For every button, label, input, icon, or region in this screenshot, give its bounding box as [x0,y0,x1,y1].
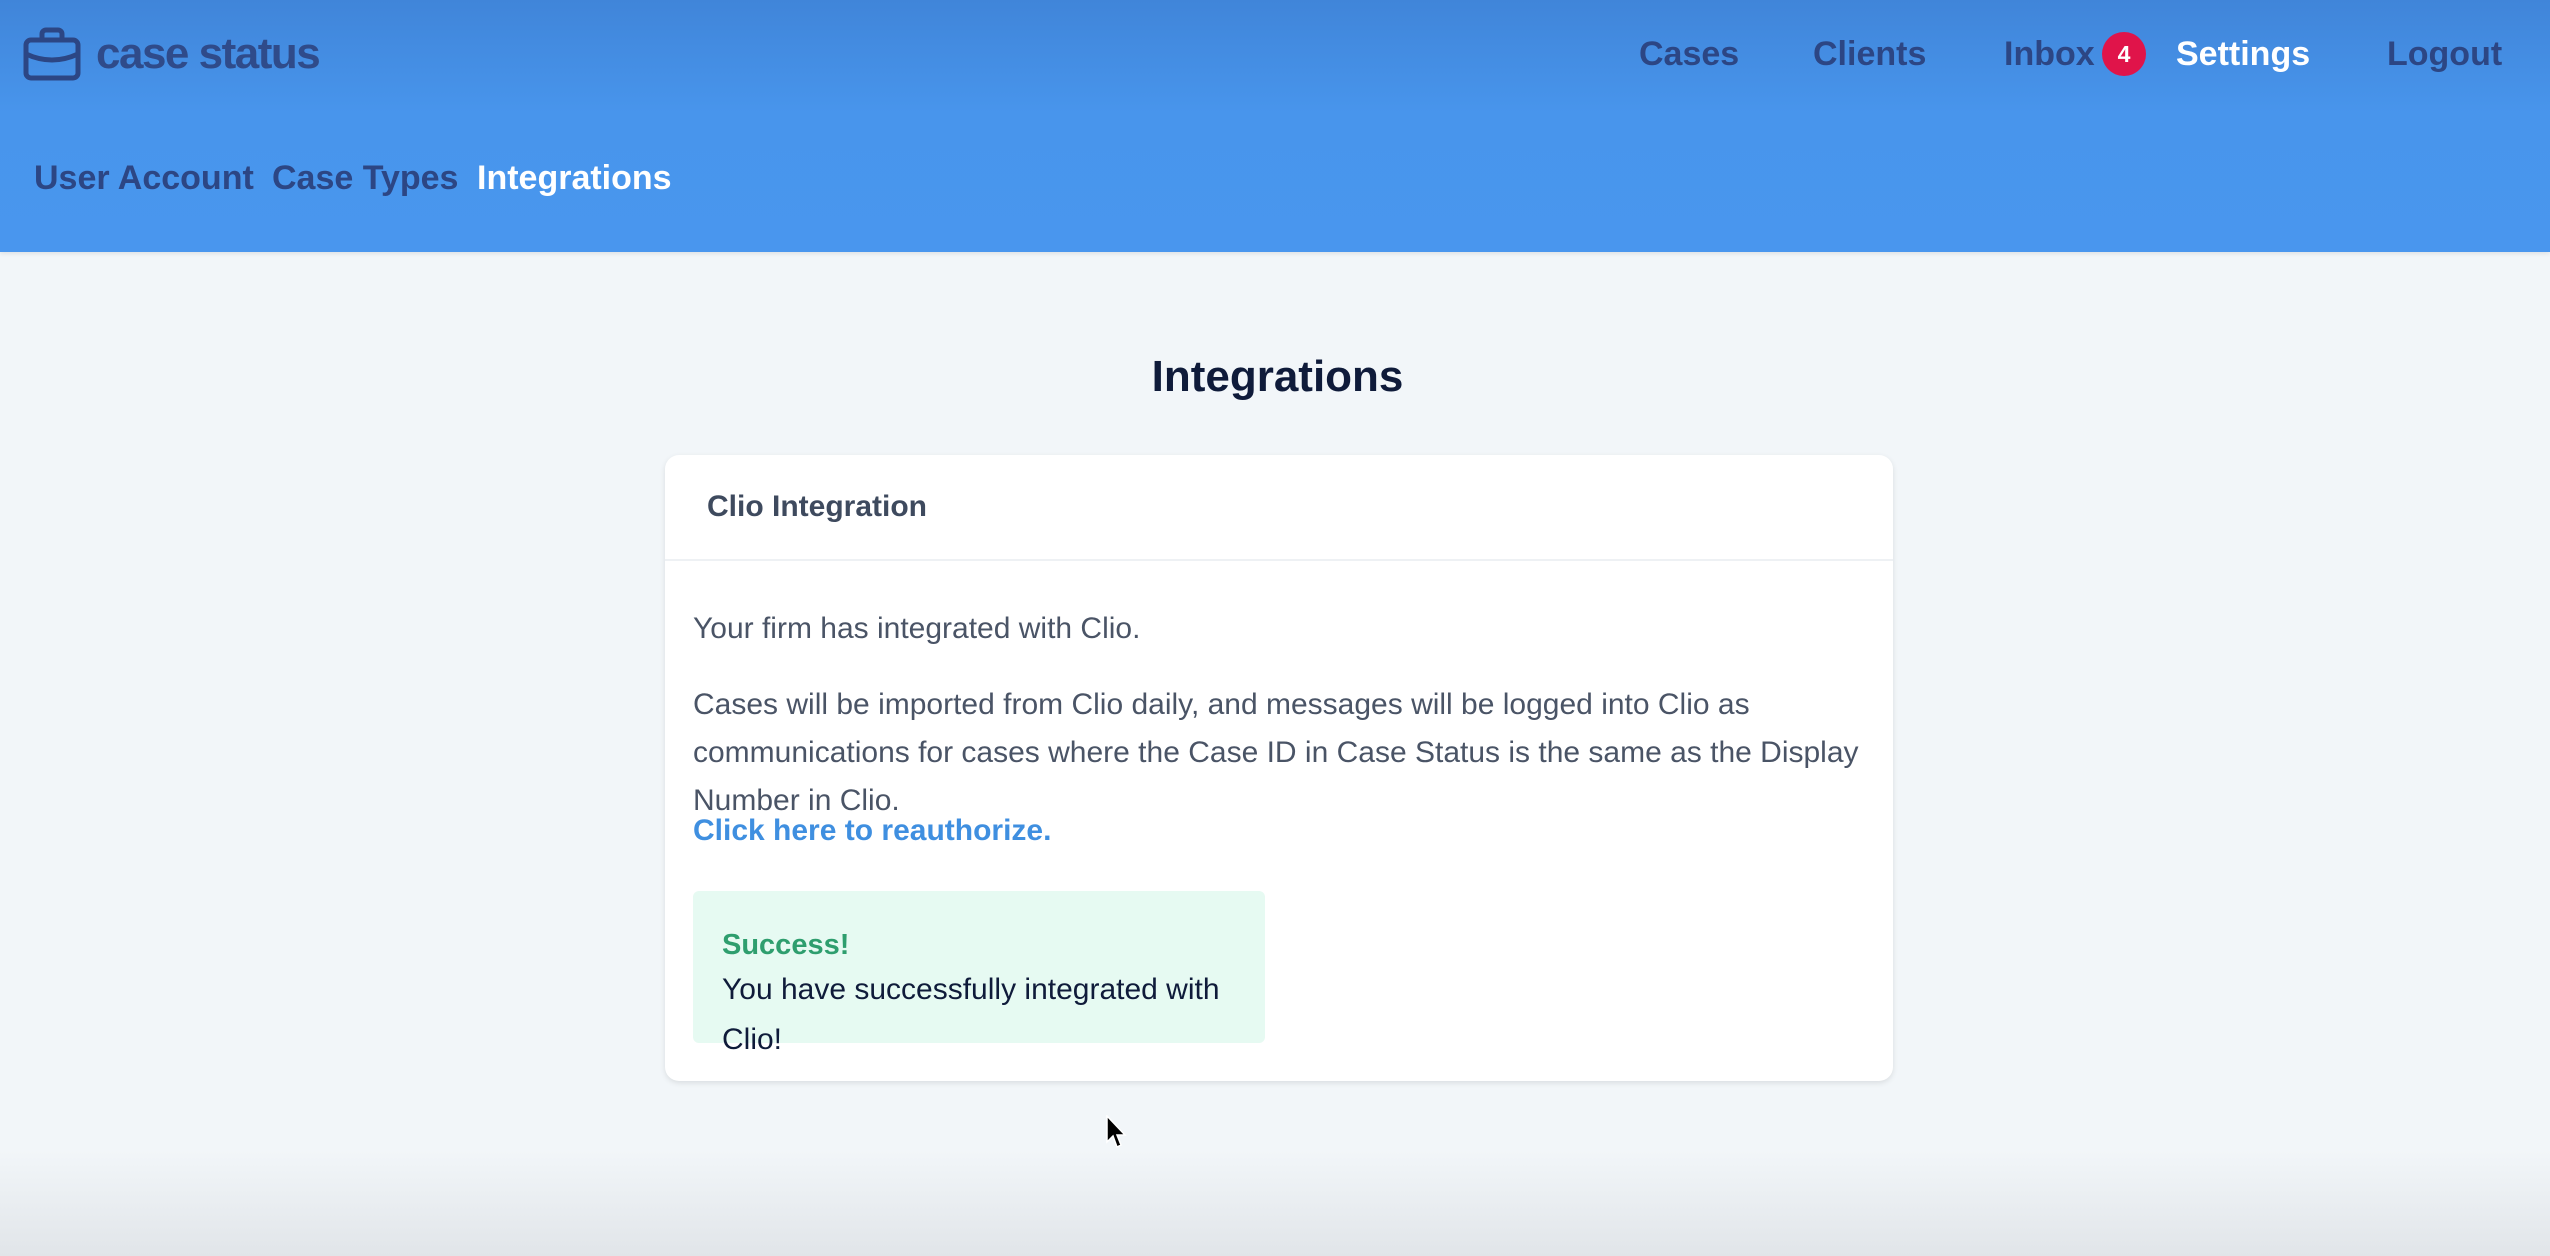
tab-case-types[interactable]: Case Types [272,154,458,202]
nav-inbox[interactable]: Inbox [2004,28,2095,80]
integration-description: Cases will be imported from Clio daily, … [693,688,1859,817]
inbox-count-badge: 4 [2102,32,2146,76]
bottom-shade [0,1150,2550,1256]
app-header: case status Cases Clients Inbox 4 Settin… [0,0,2550,252]
card-title: Clio Integration [665,455,1893,561]
nav-logout[interactable]: Logout [2387,28,2502,80]
alert-title: Success! [722,929,850,961]
tab-user-account[interactable]: User Account [34,154,254,202]
alert-message: You have successfully integrated with Cl… [722,973,1220,1056]
reauthorize-link[interactable]: Click here to reauthorize. [693,807,1051,855]
success-alert: Success! You have successfully integrate… [693,891,1265,1056]
tab-integrations[interactable]: Integrations [477,154,672,202]
briefcase-icon [23,27,81,81]
logo-text: case status [96,29,321,78]
app-logo[interactable]: case status [22,24,321,84]
nav-clients[interactable]: Clients [1813,28,1926,80]
page-title: Integrations [1151,352,1404,401]
clio-integration-card: Clio Integration Your firm has integrate… [665,455,1893,1081]
nav-settings[interactable]: Settings [2176,28,2310,80]
mouse-cursor-icon [1106,1115,1127,1149]
nav-cases[interactable]: Cases [1639,28,1739,80]
integration-status-text: Your firm has integrated with Clio. [693,612,1141,645]
